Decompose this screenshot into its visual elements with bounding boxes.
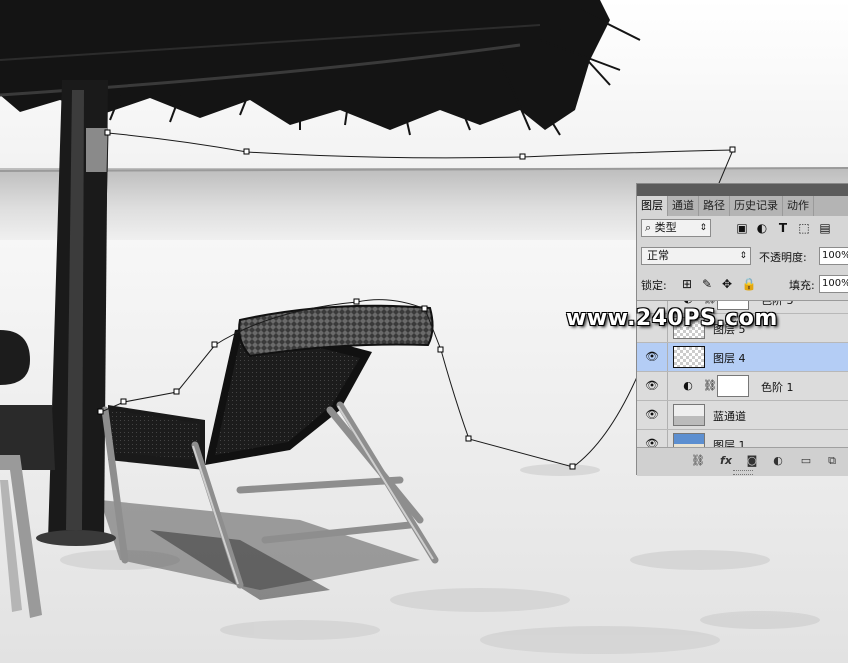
opacity-label: 不透明度: xyxy=(759,251,807,264)
layer-thumbnail xyxy=(673,404,705,426)
fx-icon[interactable]: fx xyxy=(717,454,735,468)
layer-row-layer-4[interactable]: 👁 图层 4 xyxy=(637,343,848,372)
filter-kind-label: 类型 xyxy=(654,221,677,234)
link-layers-icon[interactable]: ⛓ xyxy=(691,454,705,468)
eye-icon[interactable]: 👁 xyxy=(644,379,660,393)
resize-grip[interactable] xyxy=(733,470,753,475)
new-adjustment-icon[interactable]: ◐ xyxy=(771,454,785,468)
row-divider xyxy=(667,430,668,447)
row-divider xyxy=(667,372,668,400)
tab-channels[interactable]: 通道 xyxy=(668,196,699,216)
select-arrow-icon: ⇕ xyxy=(739,251,747,261)
lock-position-icon[interactable]: ✥ xyxy=(719,276,735,292)
tab-paths[interactable]: 路径 xyxy=(699,196,730,216)
filter-kind-select[interactable]: ⌕ 类型 ⇕ xyxy=(641,219,711,237)
lock-row: 锁定: ⊞ ✎ ✥ 🔒 填充: 100% xyxy=(641,275,848,295)
layer-name: 图层 4 xyxy=(713,352,746,365)
eye-icon[interactable]: 👁 xyxy=(644,437,660,447)
tab-layers[interactable]: 图层 xyxy=(637,196,668,216)
image-filter-icon[interactable]: ▣ xyxy=(735,221,749,235)
type-filter-icon[interactable]: T xyxy=(776,221,790,235)
fill-label: 填充: xyxy=(789,279,815,292)
shape-filter-icon[interactable]: ⬚ xyxy=(797,221,811,235)
layer-name: 图层 1 xyxy=(713,439,746,447)
panel-tab-bar: 图层 通道 路径 历史记录 动作 xyxy=(637,196,848,216)
lock-all-icon[interactable]: 🔒 xyxy=(741,276,757,292)
opacity-field[interactable]: 100% xyxy=(819,247,848,265)
eye-icon[interactable]: 👁 xyxy=(644,408,660,422)
adjustment-filter-icon[interactable]: ◐ xyxy=(755,221,769,235)
tab-actions[interactable]: 动作 xyxy=(783,196,814,216)
blend-mode-select[interactable]: 正常 ⇕ xyxy=(641,247,751,265)
row-divider xyxy=(667,401,668,429)
blend-mode-value: 正常 xyxy=(647,249,669,262)
layer-thumbnail xyxy=(673,346,705,368)
layer-mask-thumbnail xyxy=(717,375,749,397)
layer-row-layer-1[interactable]: 👁 图层 1 xyxy=(637,430,848,447)
layer-row-blue-channel[interactable]: 👁 蓝通道 xyxy=(637,401,848,430)
layer-name: 色阶 1 xyxy=(761,381,794,394)
fill-field[interactable]: 100% xyxy=(819,275,848,293)
search-icon: ⌕ xyxy=(645,221,652,234)
mask-link-icon[interactable]: ⛓ xyxy=(703,379,717,393)
tab-history[interactable]: 历史记录 xyxy=(730,196,783,216)
new-layer-icon[interactable]: ⧉ xyxy=(825,454,839,468)
filter-row: ⌕ 类型 ⇕ ▣ ◐ T ⬚ ▤ xyxy=(641,219,848,239)
blend-row: 正常 ⇕ 不透明度: 100% xyxy=(641,247,848,267)
eye-icon[interactable]: 👁 xyxy=(644,350,660,364)
panel-title-bar[interactable] xyxy=(637,184,848,196)
layer-name: 蓝通道 xyxy=(713,410,746,423)
layer-mask-icon[interactable]: ◙ xyxy=(745,454,759,468)
watermark: www.240PS.com xyxy=(566,306,778,331)
select-arrow-icon: ⇕ xyxy=(699,223,707,233)
layer-thumbnail xyxy=(673,433,705,447)
adjustment-layer-icon: ◐ xyxy=(683,379,693,392)
new-group-icon[interactable]: ▭ xyxy=(799,454,813,468)
lock-transparent-pixels-icon[interactable]: ⊞ xyxy=(679,276,695,292)
layer-row-levels-1[interactable]: 👁 ◐ ⛓ 色阶 1 xyxy=(637,372,848,401)
smart-object-filter-icon[interactable]: ▤ xyxy=(818,221,832,235)
panel-footer: ⛓ fx ◙ ◐ ▭ ⧉ xyxy=(637,447,848,476)
lock-label: 锁定: xyxy=(641,279,667,292)
lock-image-pixels-icon[interactable]: ✎ xyxy=(699,276,715,292)
row-divider xyxy=(667,343,668,371)
